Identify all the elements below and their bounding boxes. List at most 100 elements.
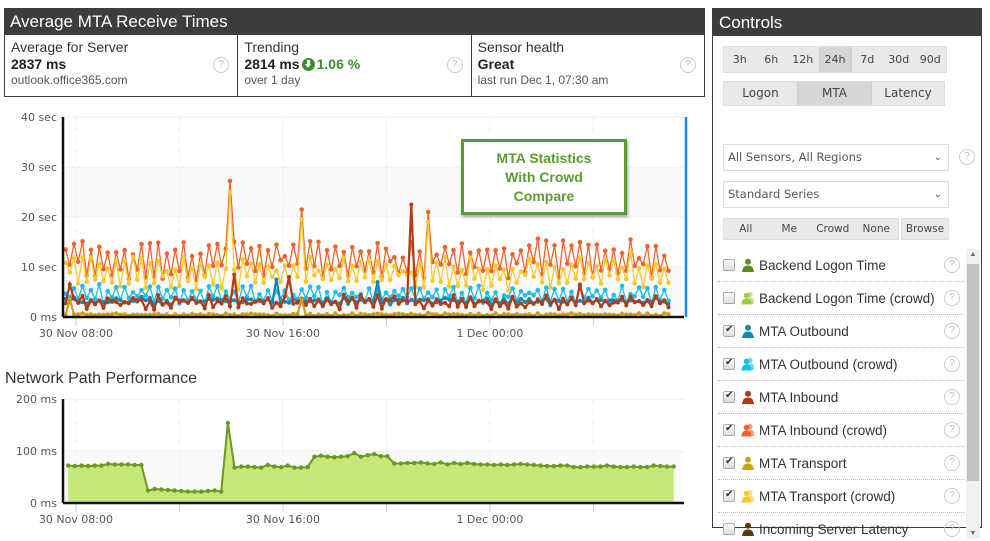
help-icon[interactable]: ? xyxy=(944,521,960,537)
scroll-up-arrow-icon[interactable]: ▲ xyxy=(966,251,980,258)
data-point xyxy=(476,298,481,303)
series-item[interactable]: Backend Logon Time (crowd)? xyxy=(718,282,964,315)
data-point xyxy=(501,246,507,251)
range-button-30d[interactable]: 30d xyxy=(883,47,915,72)
range-button-90d[interactable]: 90d xyxy=(915,47,947,72)
data-point xyxy=(602,257,608,262)
y-tick-label: 40 sec xyxy=(21,111,57,124)
data-point xyxy=(518,301,523,306)
category-tab-logon[interactable]: Logon xyxy=(724,82,797,105)
stat-label: Average for Server xyxy=(11,39,129,55)
data-point xyxy=(147,261,153,266)
data-point xyxy=(518,296,523,301)
series-checkbox[interactable] xyxy=(723,324,735,337)
help-icon[interactable]: ? xyxy=(944,257,960,273)
range-button-24h[interactable]: 24h xyxy=(818,47,852,72)
series-select[interactable]: Standard Series ⌄ xyxy=(723,181,949,208)
data-point xyxy=(295,300,300,305)
series-item[interactable]: MTA Inbound? xyxy=(718,381,964,414)
filter-button-crowd[interactable]: Crowd xyxy=(811,219,855,239)
data-point xyxy=(105,250,110,255)
series-checkbox[interactable] xyxy=(723,523,735,535)
category-tab-mta[interactable]: MTA xyxy=(797,82,872,105)
data-point xyxy=(631,464,636,469)
data-point xyxy=(607,298,612,303)
range-button-3h[interactable]: 3h xyxy=(724,47,756,72)
series-item[interactable]: MTA Transport (crowd)? xyxy=(718,480,964,513)
series-checkbox[interactable] xyxy=(723,259,735,271)
series-item[interactable]: MTA Transport? xyxy=(718,447,964,480)
scroll-down-arrow-icon[interactable]: ▼ xyxy=(966,530,980,537)
data-point xyxy=(506,312,511,317)
data-point xyxy=(236,305,241,310)
data-point xyxy=(130,290,136,295)
data-point xyxy=(189,289,195,294)
stat-value: 2814 ms xyxy=(244,56,300,72)
sensor-select[interactable]: All Sensors, All Regions ⌄ xyxy=(723,144,949,171)
series-label: MTA Inbound (crowd) xyxy=(759,422,888,438)
data-point xyxy=(438,262,444,267)
data-point xyxy=(434,312,439,317)
series-item[interactable]: Backend Logon Time? xyxy=(718,249,964,282)
series-checkbox[interactable] xyxy=(723,456,735,469)
help-icon[interactable]: ? xyxy=(944,356,960,372)
data-point xyxy=(181,288,186,293)
data-point xyxy=(506,288,511,293)
network-path-chart[interactable]: 0 ms 100 ms 200 ms 30 Nov 08:00 30 Nov 16:00… xyxy=(0,385,700,540)
help-icon[interactable]: ? xyxy=(944,422,960,438)
data-point xyxy=(501,267,507,272)
data-point xyxy=(354,263,359,269)
series-checkbox[interactable] xyxy=(723,423,735,436)
browse-button[interactable]: Browse xyxy=(901,218,949,240)
help-icon[interactable]: ? xyxy=(944,323,960,339)
data-point xyxy=(97,298,102,303)
data-point xyxy=(97,244,102,250)
series-item[interactable]: Incoming Server Latency? xyxy=(718,513,964,541)
data-point xyxy=(244,301,249,306)
help-icon[interactable]: ? xyxy=(679,57,696,73)
series-checkbox[interactable] xyxy=(723,292,735,304)
help-icon[interactable]: ? xyxy=(944,290,960,306)
data-point xyxy=(599,304,603,309)
data-point xyxy=(471,461,477,467)
scrollbar-thumb[interactable] xyxy=(967,264,979,481)
series-item[interactable]: MTA Inbound (crowd)? xyxy=(718,414,964,447)
range-button-6h[interactable]: 6h xyxy=(756,47,788,72)
data-point xyxy=(618,464,623,470)
data-point xyxy=(573,276,578,281)
data-point xyxy=(156,240,161,245)
help-icon[interactable]: ? xyxy=(944,389,960,405)
data-point xyxy=(565,463,570,468)
data-point xyxy=(658,463,663,469)
help-icon[interactable]: ? xyxy=(959,149,975,165)
filter-button-me[interactable]: Me xyxy=(768,219,812,239)
help-icon[interactable]: ? xyxy=(446,57,463,73)
range-button-7d[interactable]: 7d xyxy=(852,47,884,72)
data-point xyxy=(493,247,498,253)
data-point xyxy=(510,295,515,300)
series-checkbox[interactable] xyxy=(723,357,735,370)
data-point xyxy=(346,299,351,304)
data-point xyxy=(118,303,123,307)
filter-button-all[interactable]: All xyxy=(724,219,768,239)
data-point xyxy=(497,276,503,282)
help-icon[interactable]: ? xyxy=(944,455,960,471)
category-tab-latency[interactable]: Latency xyxy=(872,82,944,105)
filter-button-none[interactable]: None xyxy=(855,219,899,239)
data-point xyxy=(75,281,81,286)
data-point xyxy=(446,284,452,289)
range-button-12h[interactable]: 12h xyxy=(787,47,819,72)
data-point xyxy=(71,241,77,247)
series-item[interactable]: MTA Outbound (crowd)? xyxy=(718,348,964,381)
series-checkbox[interactable] xyxy=(723,489,735,502)
data-point xyxy=(438,301,443,306)
data-point xyxy=(282,294,287,299)
data-point xyxy=(379,306,384,311)
data-point xyxy=(172,247,178,253)
series-item[interactable]: MTA Outbound? xyxy=(718,315,964,348)
series-checkbox[interactable] xyxy=(723,390,735,403)
help-icon[interactable]: ? xyxy=(944,488,960,504)
data-point xyxy=(637,311,641,316)
data-point xyxy=(666,268,671,274)
series-list-scrollbar[interactable]: ▲ ▼ xyxy=(966,249,980,539)
